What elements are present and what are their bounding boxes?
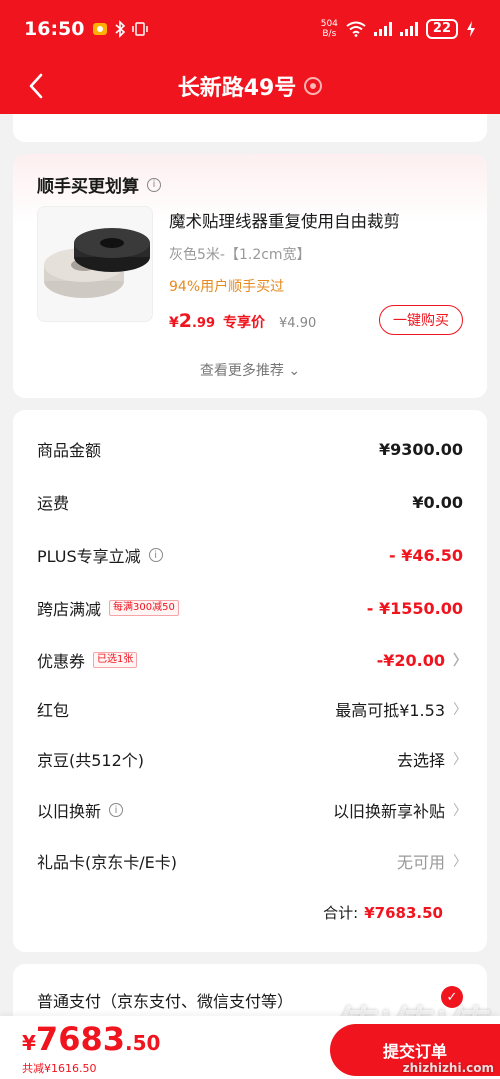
signal-icon-2 [399, 22, 418, 36]
address-title: 长新路49号 [177, 76, 297, 101]
location-icon [304, 77, 323, 95]
summary-row-coupon[interactable]: 优惠券 已选1张 -¥20.00 〉 [37, 645, 467, 675]
chevron-right-icon: 〉 [453, 803, 467, 819]
row-value: -¥20.00 〉 [376, 650, 467, 670]
row-value-text: 最高可抵¥1.53 [335, 701, 445, 720]
recommend-title: 顺手买更划算 i [37, 172, 161, 197]
watermark-text: zhizhizhi.com [402, 1061, 494, 1075]
info-icon[interactable]: i [109, 803, 124, 817]
summary-row-plus: PLUS专享立减 i - ¥46.50 [37, 540, 463, 570]
charging-icon [467, 21, 475, 37]
status-left-icons [92, 20, 149, 38]
exclusive-label: 专享价 [223, 315, 266, 331]
bottom-total-price: ¥ 7683 .50 [22, 1020, 160, 1058]
wifi-icon [346, 21, 366, 37]
bluetooth-icon [115, 20, 126, 38]
bottom-price-dec: .50 [124, 1031, 161, 1055]
price-dec: .99 [191, 316, 216, 331]
row-label-text: PLUS专享立减 [37, 547, 141, 566]
row-label: 跨店满减 每满300减50 [37, 596, 179, 620]
chevron-right-icon: 〉 [453, 752, 467, 768]
product-image[interactable] [37, 206, 153, 322]
buy-ratio: 94%用户顺手买过 [169, 279, 285, 295]
submit-order-label: 提交订单 [382, 1042, 447, 1061]
summary-row-redpacket[interactable]: 红包 最高可抵¥1.53 〉 [37, 694, 467, 724]
info-icon[interactable]: i [148, 548, 163, 562]
summary-row-jingdou[interactable]: 京豆(共512个) 去选择 〉 [37, 744, 467, 774]
row-label: 礼品卡(京东卡/E卡) [37, 853, 177, 872]
row-value-text: 以旧换新享补贴 [332, 802, 445, 821]
vibrate-icon [132, 22, 149, 36]
row-label: 京豆(共512个) [37, 751, 145, 770]
row-value: ¥0.00 [412, 492, 463, 512]
signal-icon-1 [373, 22, 392, 36]
chevron-right-icon: 〉 [453, 653, 467, 669]
more-recommendations-link[interactable]: 查看更多推荐 ⌄ [13, 360, 487, 380]
row-value: - ¥1550.00 [366, 598, 463, 618]
original-price: ¥4.90 [279, 316, 317, 331]
product-price: ¥ 2 .99 专享价 ¥4.90 [169, 310, 316, 332]
summary-row-tradein[interactable]: 以旧换新 i 以旧换新享补贴 〉 [37, 795, 467, 825]
net-speed: 504 B/s [321, 19, 338, 39]
chevron-left-icon [29, 73, 43, 99]
page-title[interactable]: 长新路49号 [178, 70, 323, 102]
nav-bar: 长新路49号 [0, 58, 500, 114]
status-bar: 16:50 504 B/s 22 [0, 0, 500, 58]
row-label: PLUS专享立减 i [37, 543, 163, 567]
row-label-text: 以旧换新 [37, 802, 102, 821]
row-value: ¥9300.00 [378, 439, 463, 459]
chevron-right-icon: 〉 [453, 702, 467, 718]
summary-row-goods: 商品金额 ¥9300.00 [37, 434, 463, 464]
previous-card-bottom [13, 114, 487, 142]
chevron-right-icon: 〉 [453, 854, 467, 870]
order-content[interactable]: 顺手买更划算 i 魔术贴理线器重复使用自由裁剪 灰色5米-【1.2cm宽】 94… [0, 114, 500, 1079]
back-button[interactable] [18, 68, 54, 104]
net-speed-unit: B/s [322, 29, 337, 39]
promo-tag: 每满300减50 [109, 600, 179, 616]
payment-method-label: 普通支付（京东支付、微信支付等） [37, 992, 294, 1011]
info-icon[interactable]: i [147, 177, 161, 192]
row-label: 商品金额 [37, 441, 102, 460]
app-notification-icon [93, 23, 108, 35]
row-value: - ¥46.50 [389, 545, 463, 565]
row-label: 运费 [37, 494, 70, 513]
bottom-price-int: 7683 [35, 1020, 125, 1058]
summary-row-cross-store: 跨店满减 每满300减50 - ¥1550.00 [37, 593, 463, 623]
total-value: ¥7683.50 [364, 904, 443, 922]
price-symbol: ¥ [169, 315, 179, 331]
row-value: 去选择 〉 [396, 747, 467, 771]
total-label: 合计: [323, 904, 359, 922]
bottom-bar: ¥ 7683 .50 共减¥1616.50 提交订单 zhizhizhi.com [0, 1016, 500, 1079]
product-name[interactable]: 魔术贴理线器重复使用自由裁剪 [169, 208, 400, 232]
recommend-title-text: 顺手买更划算 [37, 177, 139, 197]
row-value-text: 无可用 [396, 853, 445, 872]
row-value: 无可用 〉 [396, 849, 467, 873]
summary-row-shipping: 运费 ¥0.00 [37, 487, 463, 517]
status-time: 16:50 [24, 18, 85, 40]
order-summary-card: 商品金额 ¥9300.00 运费 ¥0.00 PLUS专享立减 i - ¥46.… [13, 410, 487, 952]
row-label-text: 跨店满减 [37, 600, 102, 619]
row-label: 优惠券 已选1张 [37, 648, 138, 672]
row-label: 以旧换新 i [37, 798, 124, 822]
product-spec: 灰色5米-【1.2cm宽】 [169, 247, 311, 263]
status-right: 504 B/s 22 [321, 19, 476, 39]
net-speed-value: 504 [320, 19, 338, 29]
bottom-price-symbol: ¥ [22, 1031, 36, 1055]
row-label: 红包 [37, 701, 70, 720]
row-value: 最高可抵¥1.53 〉 [335, 697, 467, 721]
coupon-tag: 已选1张 [93, 652, 138, 668]
summary-total: 合计: ¥7683.50 [323, 902, 443, 923]
row-value-text: 去选择 [396, 751, 445, 770]
price-int: 2 [178, 310, 192, 332]
battery-indicator: 22 [425, 19, 458, 39]
summary-row-giftcard[interactable]: 礼品卡(京东卡/E卡) 无可用 〉 [37, 846, 467, 876]
row-value-text: -¥20.00 [376, 650, 445, 670]
velcro-roll-image [44, 228, 150, 298]
one-click-buy-button[interactable]: 一键购买 [379, 305, 463, 335]
row-label-text: 优惠券 [37, 652, 86, 671]
top-bar: 16:50 504 B/s 22 长新路49号 [0, 0, 500, 114]
bottom-saved: 共减¥1616.50 [22, 1062, 97, 1075]
recommend-card: 顺手买更划算 i 魔术贴理线器重复使用自由裁剪 灰色5米-【1.2cm宽】 94… [13, 154, 487, 398]
row-value: 以旧换新享补贴 〉 [332, 798, 467, 822]
